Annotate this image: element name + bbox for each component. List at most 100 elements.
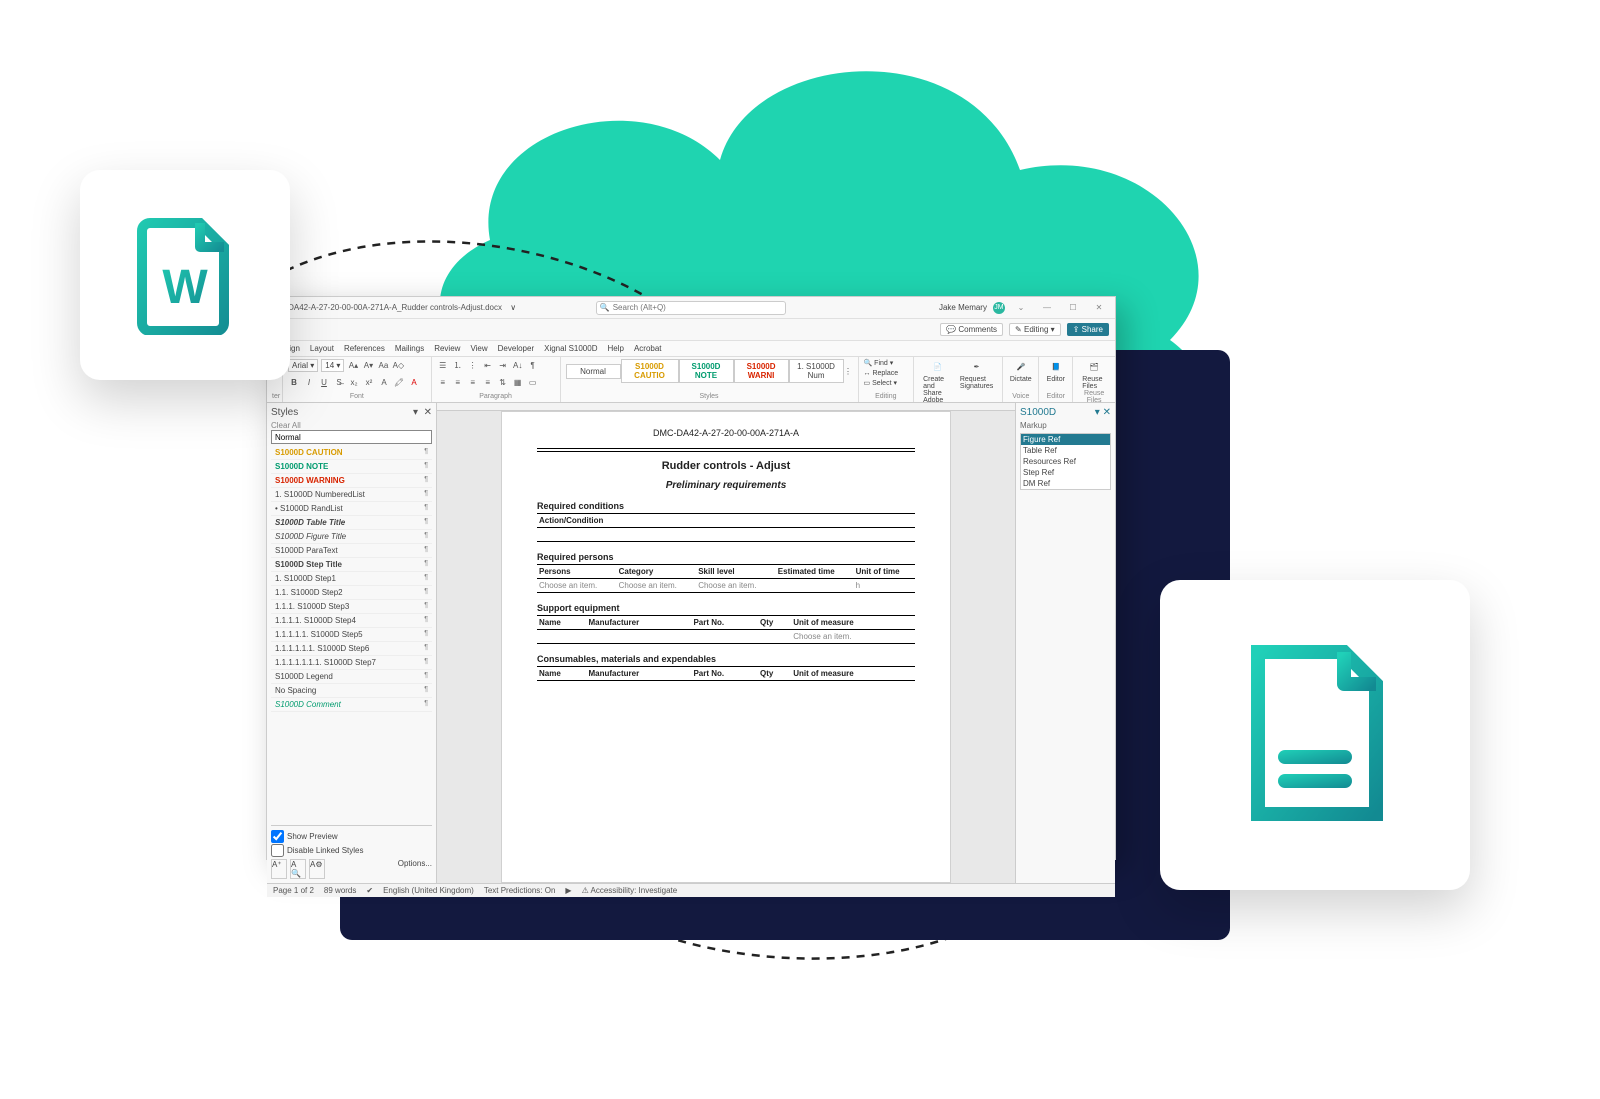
increase-indent-icon[interactable]: ⇥ [497,359,509,371]
markup-dm-ref[interactable]: DM Ref [1021,478,1110,489]
editor-button[interactable]: 📘Editor [1044,359,1067,383]
style-item[interactable]: 1.1.1.1.1. S1000D Step5¶ [271,628,432,642]
style-item[interactable]: 1. S1000D Step1¶ [271,572,432,586]
change-case-icon[interactable]: Aa [377,360,389,372]
cell-placeholder[interactable]: Choose an item. [791,630,915,644]
search-box[interactable]: 🔍 [596,301,786,315]
status-language[interactable]: English (United Kingdom) [383,886,474,895]
share-button[interactable]: ⇪ Share [1067,323,1109,336]
menu-review[interactable]: Review [434,344,460,353]
menu-help[interactable]: Help [607,344,623,353]
select-button[interactable]: ▭ Select ▾ [864,379,909,389]
style-item[interactable]: 1.1.1.1.1.1. S1000D Step6¶ [271,642,432,656]
bullets-icon[interactable]: ☰ [437,359,449,371]
status-words[interactable]: 89 words [324,886,356,895]
bold-icon[interactable]: B [288,377,300,389]
align-left-icon[interactable]: ≡ [437,376,449,388]
cell-placeholder[interactable]: Choose an item. [617,579,697,593]
cell-placeholder[interactable]: Choose an item. [537,579,617,593]
s1000d-dropdown-icon[interactable]: ▾ [1095,407,1100,418]
editing-button[interactable]: ✎ Editing ▾ [1009,323,1061,336]
style-item[interactable]: S1000D Comment¶ [271,698,432,712]
menu-xignal[interactable]: Xignal S1000D [544,344,597,353]
style-item[interactable]: S1000D Legend¶ [271,670,432,684]
styles-more-icon[interactable]: ⋮ [844,365,853,377]
style-item[interactable]: 1.1. S1000D Step2¶ [271,586,432,600]
style-caution[interactable]: S1000D CAUTIO [621,359,679,383]
status-spellcheck-icon[interactable]: ✔ [366,886,373,895]
reuse-files-button[interactable]: 🗂Reuse Files [1078,359,1110,390]
new-style-icon[interactable]: A⁺ [271,859,287,879]
status-predictions[interactable]: Text Predictions: On [484,886,556,895]
font-name-select[interactable]: Arial ▾ [288,359,318,372]
align-right-icon[interactable]: ≡ [467,376,479,388]
text-effects-icon[interactable]: A [378,377,390,389]
justify-icon[interactable]: ≡ [482,376,494,388]
style-item[interactable]: S1000D WARNING¶ [271,474,432,488]
current-style-input[interactable] [271,430,432,444]
ribbon-toggle-icon[interactable]: ⌄ [1011,303,1031,312]
decrease-indent-icon[interactable]: ⇤ [482,359,494,371]
style-item[interactable]: 1.1.1.1.1.1.1. S1000D Step7¶ [271,656,432,670]
style-item[interactable]: S1000D NOTE¶ [271,460,432,474]
highlight-icon[interactable]: 🖍 [393,377,405,389]
style-numbered[interactable]: 1. S1000D Num [789,359,844,383]
close-icon[interactable]: ✕ [1089,303,1109,312]
style-item[interactable]: S1000D Table Title¶ [271,516,432,530]
comments-button[interactable]: 💬 Comments [940,323,1003,336]
user-avatar[interactable]: JM [993,302,1005,314]
numbering-icon[interactable]: ⒈ [452,359,464,371]
decrease-font-icon[interactable]: A▾ [362,360,374,372]
markup-figure-ref[interactable]: Figure Ref [1021,434,1110,445]
disable-linked-checkbox[interactable]: Disable Linked Styles [271,844,432,857]
s1000d-close-icon[interactable]: ✕ [1103,407,1111,418]
font-color-icon[interactable]: A [408,377,420,389]
style-item[interactable]: 1. S1000D NumberedList¶ [271,488,432,502]
document-area[interactable]: DMC-DA42-A-27-20-00-00A-271A-A Rudder co… [437,403,1015,883]
minimize-icon[interactable]: — [1037,303,1057,312]
style-note[interactable]: S1000D NOTE [679,359,734,383]
strike-icon[interactable]: S̶ [333,377,345,389]
style-item[interactable]: S1000D CAUTION¶ [271,446,432,460]
markup-table-ref[interactable]: Table Ref [1021,445,1110,456]
style-item[interactable]: No Spacing¶ [271,684,432,698]
sort-icon[interactable]: A↓ [512,359,524,371]
shading-icon[interactable]: ▦ [512,376,524,388]
subscript-icon[interactable]: x₂ [348,377,360,389]
show-preview-checkbox[interactable]: Show Preview [271,830,432,843]
multilevel-icon[interactable]: ⋮ [467,359,479,371]
superscript-icon[interactable]: x² [363,377,375,389]
menu-developer[interactable]: Developer [498,344,534,353]
status-page[interactable]: Page 1 of 2 [273,886,314,895]
font-size-select[interactable]: 14 ▾ [321,359,344,372]
status-accessibility[interactable]: ⚠ Accessibility: Investigate [582,886,678,895]
menu-mailings[interactable]: Mailings [395,344,424,353]
manage-styles-icon[interactable]: A⚙ [309,859,325,879]
style-item[interactable]: • S1000D RandList¶ [271,502,432,516]
style-item[interactable]: 1.1.1. S1000D Step3¶ [271,600,432,614]
clear-all-link[interactable]: Clear All [271,421,432,430]
borders-icon[interactable]: ▭ [527,376,539,388]
menu-acrobat[interactable]: Acrobat [634,344,662,353]
align-center-icon[interactable]: ≡ [452,376,464,388]
maximize-icon[interactable]: ☐ [1063,303,1083,312]
style-inspector-icon[interactable]: A🔍 [290,859,306,879]
increase-font-icon[interactable]: A▴ [347,360,359,372]
status-macro-icon[interactable]: ▶ [565,886,571,895]
clear-format-icon[interactable]: A◇ [392,360,404,372]
options-link[interactable]: Options... [398,859,432,879]
italic-icon[interactable]: I [303,377,315,389]
markup-resources-ref[interactable]: Resources Ref [1021,456,1110,467]
show-marks-icon[interactable]: ¶ [527,359,539,371]
replace-button[interactable]: ↔ Replace [864,369,909,379]
search-input[interactable] [596,301,786,315]
menu-view[interactable]: View [470,344,487,353]
style-warning[interactable]: S1000D WARNI [734,359,789,383]
menu-references[interactable]: References [344,344,385,353]
find-button[interactable]: 🔍 Find ▾ [864,359,909,369]
underline-icon[interactable]: U [318,377,330,389]
line-spacing-icon[interactable]: ⇅ [497,376,509,388]
style-item[interactable]: 1.1.1.1. S1000D Step4¶ [271,614,432,628]
style-item[interactable]: S1000D Step Title¶ [271,558,432,572]
menu-layout[interactable]: Layout [310,344,334,353]
